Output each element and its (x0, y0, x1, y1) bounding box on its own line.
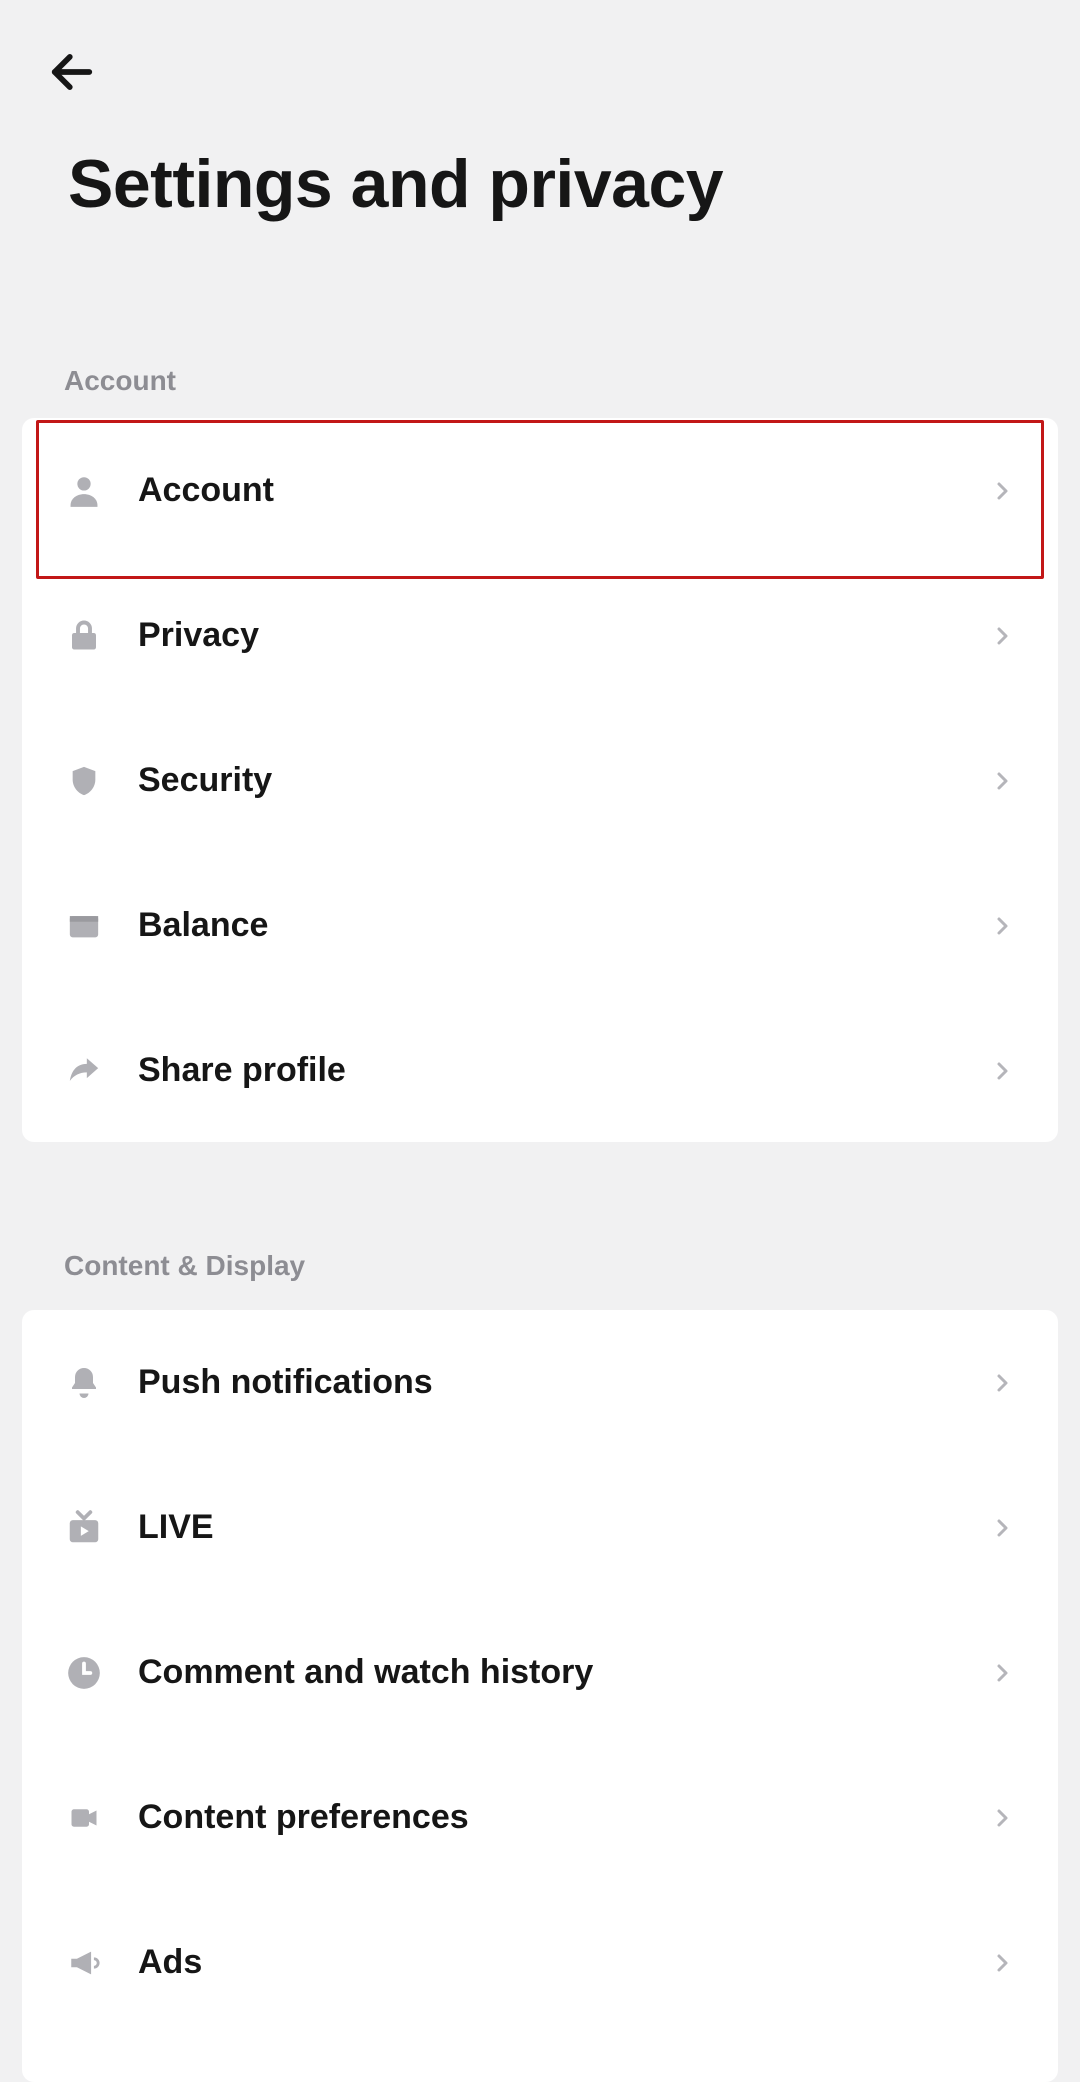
row-label: Account (138, 471, 986, 510)
row-label: Share profile (138, 1051, 986, 1090)
share-icon (60, 1047, 108, 1095)
back-button[interactable] (40, 40, 104, 104)
person-icon (60, 467, 108, 515)
row-account[interactable]: Account (22, 418, 1058, 563)
row-comment-watch-history[interactable]: Comment and watch history (22, 1600, 1058, 1745)
row-label: Ads (138, 1943, 986, 1982)
chevron-right-icon (986, 1055, 1018, 1087)
row-security[interactable]: Security (22, 708, 1058, 853)
content-display-card: Push notifications LIVE (22, 1310, 1058, 2082)
row-label: Content preferences (138, 1798, 986, 1837)
chevron-right-icon (986, 1512, 1018, 1544)
shield-icon (60, 757, 108, 805)
row-balance[interactable]: Balance (22, 853, 1058, 998)
settings-screen: Settings and privacy Account Account (0, 0, 1080, 2082)
row-content-preferences[interactable]: Content preferences (22, 1745, 1058, 1890)
clock-icon (60, 1649, 108, 1697)
chevron-right-icon (986, 1802, 1018, 1834)
lock-icon (60, 612, 108, 660)
megaphone-icon (60, 1939, 108, 1987)
row-label: Security (138, 761, 986, 800)
row-push-notifications[interactable]: Push notifications (22, 1310, 1058, 1455)
section-header-account: Account (0, 365, 176, 425)
section-header-content-display: Content & Display (0, 1250, 305, 1310)
row-label: Balance (138, 906, 986, 945)
row-label: Push notifications (138, 1363, 986, 1402)
account-card: Account Privacy Securit (22, 418, 1058, 1142)
row-ads[interactable]: Ads (22, 1890, 1058, 2035)
chevron-right-icon (986, 1947, 1018, 1979)
row-label: LIVE (138, 1508, 986, 1547)
chevron-right-icon (986, 1367, 1018, 1399)
chevron-right-icon (986, 475, 1018, 507)
back-arrow-icon (46, 46, 98, 98)
chevron-right-icon (986, 620, 1018, 652)
tv-icon (60, 1504, 108, 1552)
row-label: Comment and watch history (138, 1653, 986, 1692)
page-title: Settings and privacy (68, 145, 723, 223)
chevron-right-icon (986, 765, 1018, 797)
bell-icon (60, 1359, 108, 1407)
row-live[interactable]: LIVE (22, 1455, 1058, 1600)
chevron-right-icon (986, 1657, 1018, 1689)
row-share-profile[interactable]: Share profile (22, 998, 1058, 1143)
wallet-icon (60, 902, 108, 950)
video-icon (60, 1794, 108, 1842)
row-privacy[interactable]: Privacy (22, 563, 1058, 708)
row-label: Privacy (138, 616, 986, 655)
chevron-right-icon (986, 910, 1018, 942)
